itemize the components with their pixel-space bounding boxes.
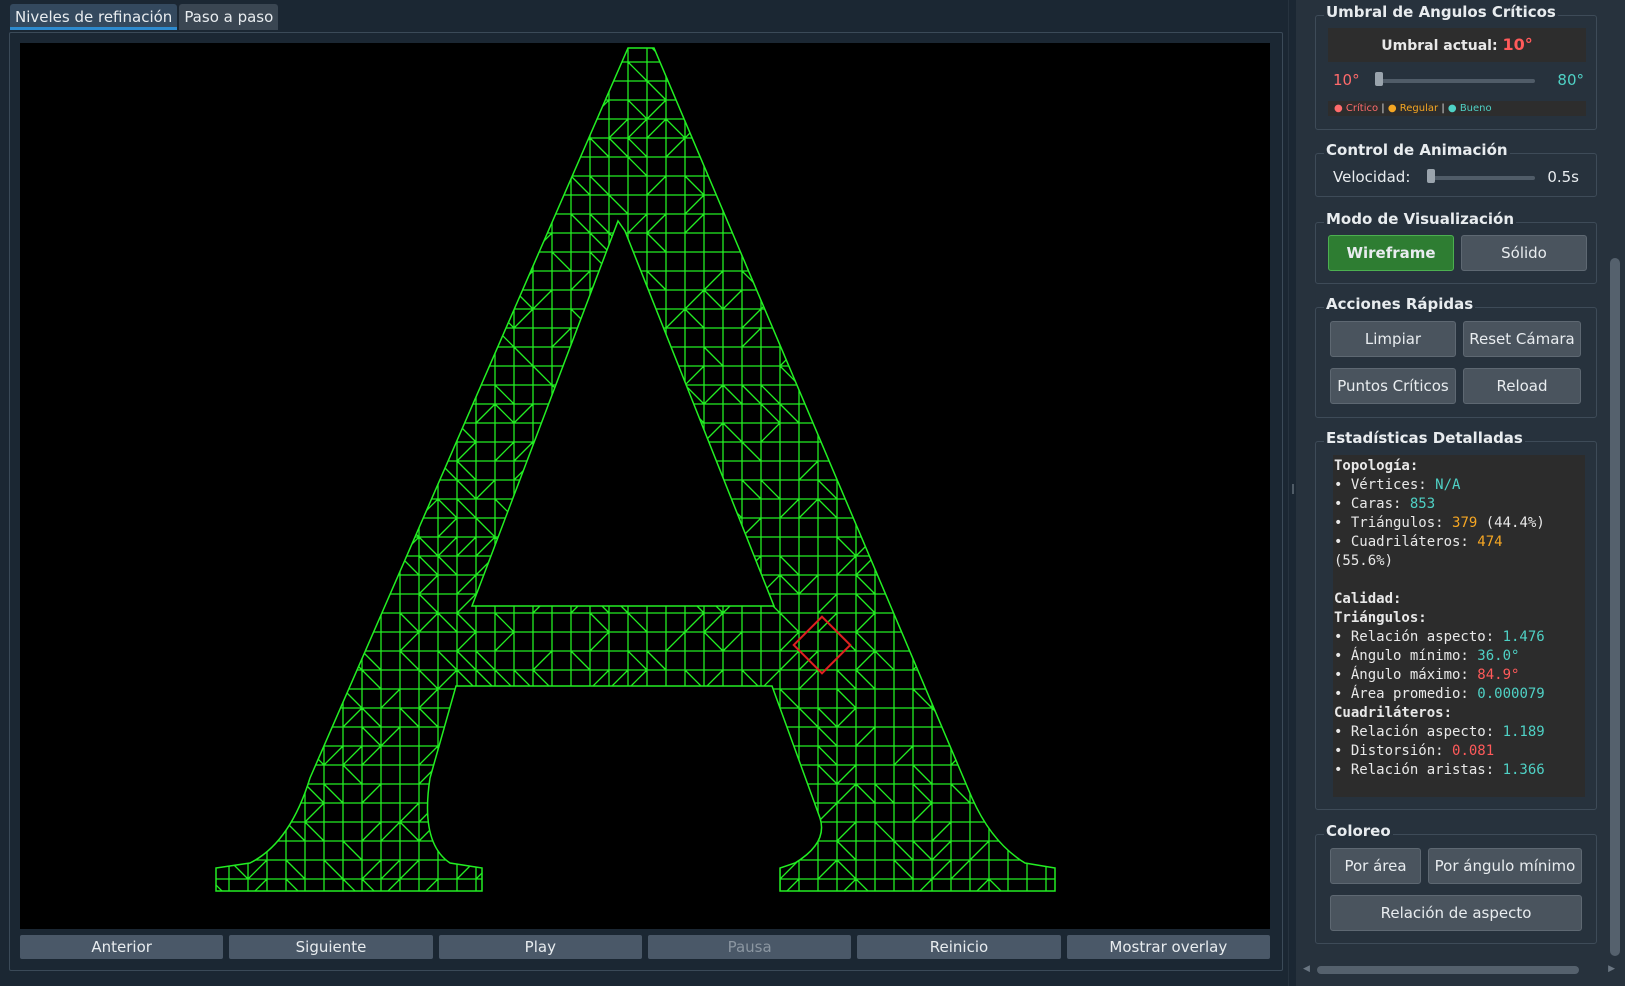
tri-aspect-value: 1.476 <box>1502 629 1545 645</box>
view-mode-group: Modo de Visualización Wireframe Sólido <box>1315 210 1597 284</box>
speed-label: Velocidad: <box>1333 168 1411 186</box>
side-panel-horizontal-scrollbar[interactable]: ◀ ▶ <box>1303 964 1615 976</box>
topology-header: Topología: <box>1334 458 1419 474</box>
tri-area-value: 0.000079 <box>1477 686 1545 702</box>
reload-button[interactable]: Reload <box>1463 368 1581 404</box>
quad-aspect-label: • Relación aspecto: <box>1334 724 1503 740</box>
threshold-min-label: 10° <box>1333 71 1360 89</box>
tab-refinement-levels[interactable]: Niveles de refinación <box>10 4 178 30</box>
pause-button[interactable]: Pausa <box>647 935 852 959</box>
quality-header: Calidad: <box>1334 591 1402 607</box>
color-by-area-button[interactable]: Por área <box>1330 848 1421 884</box>
quick-actions-title: Acciones Rápidas <box>1324 295 1476 313</box>
threshold-group: Umbral de Angulos Críticos Umbral actual… <box>1315 3 1597 130</box>
scroll-left-icon[interactable]: ◀ <box>1303 964 1310 974</box>
tab-bar: Niveles de refinación Paso a paso <box>10 4 279 32</box>
side-panel-vertical-scrollbar[interactable] <box>1609 0 1621 960</box>
view-mode-title: Modo de Visualización <box>1324 210 1516 228</box>
speed-slider[interactable] <box>1427 176 1535 180</box>
tri-aspect-label: • Relación aspecto: <box>1334 629 1503 645</box>
splitter-handle[interactable] <box>1292 484 1294 494</box>
quads-label: • Cuadriláteros: <box>1334 534 1478 550</box>
faces-value: 853 <box>1409 496 1436 512</box>
threshold-slider-handle[interactable] <box>1375 72 1383 86</box>
legend-critical: Crítico <box>1345 103 1379 114</box>
quick-actions-group: Acciones Rápidas Limpiar Reset Cámara Pu… <box>1315 295 1597 418</box>
tri-min-angle-label: • Ángulo mínimo: <box>1334 648 1478 664</box>
previous-button[interactable]: Anterior <box>20 935 224 959</box>
quad-edge-ratio-label: • Relación aristas: <box>1334 762 1503 778</box>
triangles-quality-header: Triángulos: <box>1334 610 1427 626</box>
statistics-text: Topología: • Vértices: N/A • Caras: 853 … <box>1333 455 1585 797</box>
viewer-panel: Niveles de refinación Paso a paso Anteri… <box>0 0 1288 986</box>
tri-area-label: • Área promedio: <box>1334 686 1478 702</box>
quads-percent: (55.6%) <box>1334 553 1394 569</box>
vertices-label: • Vértices: <box>1334 477 1436 493</box>
clear-button[interactable]: Limpiar <box>1330 321 1456 357</box>
threshold-slider[interactable] <box>1375 79 1535 83</box>
animation-group: Control de Animación Velocidad: 0.5s <box>1315 141 1597 197</box>
quads-value: 474 <box>1477 534 1503 550</box>
horizontal-scroll-thumb[interactable] <box>1317 966 1579 974</box>
play-button[interactable]: Play <box>438 935 642 959</box>
threshold-legend: ● Crítico | ● Regular | ● Bueno <box>1328 101 1586 116</box>
tab-step-by-step[interactable]: Paso a paso <box>179 4 279 30</box>
statistics-group: Estadísticas Detalladas Topología: • Vér… <box>1315 429 1597 810</box>
legend-good: Bueno <box>1459 103 1492 114</box>
faces-label: • Caras: <box>1334 496 1410 512</box>
color-by-min-angle-button[interactable]: Por ángulo mínimo <box>1428 848 1582 884</box>
mesh-edges <box>216 48 1055 891</box>
mesh-wireframe <box>215 47 1056 892</box>
quad-aspect-value: 1.189 <box>1502 724 1545 740</box>
show-overlay-button[interactable]: Mostrar overlay <box>1066 935 1270 959</box>
threshold-current-label: Umbral actual: <box>1381 38 1498 54</box>
triangles-value: 379 <box>1452 515 1478 531</box>
quad-distortion-value: 0.081 <box>1452 743 1495 759</box>
wireframe-button[interactable]: Wireframe <box>1328 235 1454 271</box>
quad-distortion-label: • Distorsión: <box>1334 743 1453 759</box>
speed-slider-handle[interactable] <box>1427 169 1435 183</box>
tri-min-angle-value: 36.0° <box>1477 648 1520 664</box>
animation-title: Control de Animación <box>1324 141 1510 159</box>
mesh-viewport[interactable] <box>20 43 1270 929</box>
tri-max-angle-label: • Ángulo máximo: <box>1334 667 1478 683</box>
reset-button[interactable]: Reinicio <box>857 935 1061 959</box>
quad-edge-ratio-value: 1.366 <box>1502 762 1545 778</box>
threshold-max-label: 80° <box>1557 71 1584 89</box>
threshold-current-value: 10° <box>1502 35 1533 54</box>
coloring-group: Coloreo Por área Por ángulo mínimo Relac… <box>1315 822 1597 944</box>
legend-regular: Regular <box>1399 103 1439 114</box>
speed-value: 0.5s <box>1547 168 1579 186</box>
threshold-title: Umbral de Angulos Críticos <box>1324 3 1558 21</box>
side-panel: Umbral de Angulos Críticos Umbral actual… <box>1296 0 1625 986</box>
color-by-aspect-ratio-button[interactable]: Relación de aspecto <box>1330 895 1582 931</box>
threshold-current-box: Umbral actual: 10° <box>1328 28 1586 62</box>
statistics-title: Estadísticas Detalladas <box>1324 429 1525 447</box>
legend-separator-1: | <box>1381 103 1385 114</box>
coloring-title: Coloreo <box>1324 822 1393 840</box>
panel-splitter[interactable] <box>1288 0 1296 986</box>
quads-quality-header: Cuadriláteros: <box>1334 705 1453 721</box>
scroll-right-icon[interactable]: ▶ <box>1608 964 1615 974</box>
playback-controls: Anterior Siguiente Play Pausa Reinicio M… <box>20 935 1270 959</box>
solid-button[interactable]: Sólido <box>1461 235 1587 271</box>
critical-points-button[interactable]: Puntos Críticos <box>1330 368 1456 404</box>
vertical-scroll-thumb[interactable] <box>1610 258 1620 956</box>
triangles-percent: (44.4%) <box>1477 515 1545 531</box>
next-button[interactable]: Siguiente <box>229 935 433 959</box>
vertices-value: N/A <box>1435 477 1461 493</box>
triangles-label: • Triángulos: <box>1334 515 1453 531</box>
reset-camera-button[interactable]: Reset Cámara <box>1463 321 1581 357</box>
critical-element-highlight <box>792 615 852 675</box>
legend-separator-2: | <box>1441 103 1445 114</box>
tri-max-angle-value: 84.9° <box>1477 667 1520 683</box>
